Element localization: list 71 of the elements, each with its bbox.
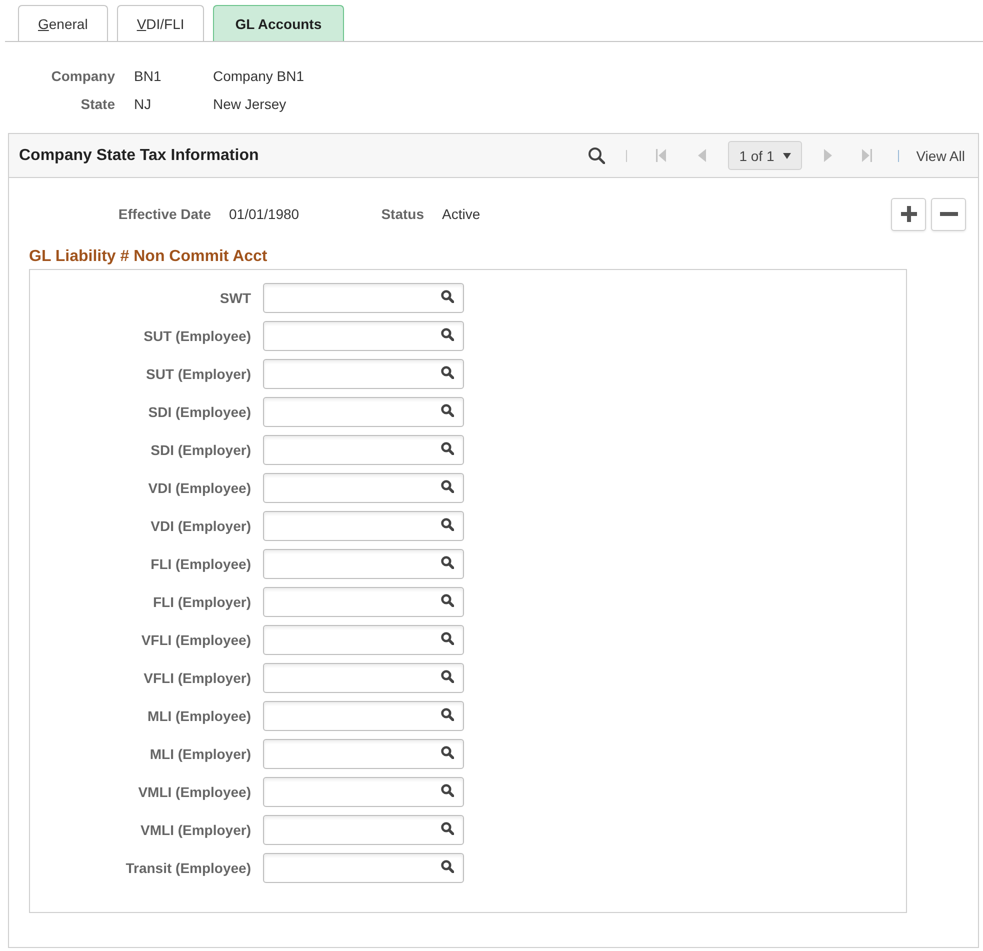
lookup-field[interactable] xyxy=(263,511,464,541)
search-icon[interactable] xyxy=(441,860,454,872)
search-icon[interactable] xyxy=(441,556,454,568)
tab[interactable]: GL Accounts xyxy=(213,5,344,41)
lookup-field[interactable] xyxy=(263,853,464,883)
search-icon[interactable] xyxy=(441,518,454,530)
field-value: Active xyxy=(442,206,480,222)
plus-icon xyxy=(900,206,916,222)
search-icon[interactable] xyxy=(441,822,454,834)
search-icon[interactable] xyxy=(441,404,454,416)
caret-icon xyxy=(783,152,792,158)
lookup-field[interactable] xyxy=(263,701,464,731)
field-label: SUT (Employee) xyxy=(142,328,251,344)
search-icon[interactable] xyxy=(588,147,606,164)
field-label: VDI (Employer) xyxy=(150,518,251,534)
lookup-field[interactable] xyxy=(263,777,464,807)
lookup-field[interactable] xyxy=(263,283,464,313)
field-value: NJ xyxy=(134,96,152,112)
search-icon[interactable] xyxy=(441,708,454,720)
field-label: Status xyxy=(380,206,424,222)
minus-icon xyxy=(940,212,958,216)
field-label: VMLI (Employee) xyxy=(137,784,251,800)
field-value: 01/01/1980 xyxy=(229,206,300,222)
lookup-field[interactable] xyxy=(263,815,464,845)
delete-row-button[interactable] xyxy=(931,198,966,230)
field-label: VDI (Employee) xyxy=(147,480,251,496)
lookup-field[interactable] xyxy=(263,321,464,351)
field-label: Company xyxy=(50,68,115,84)
panel-title: Company State Tax Information xyxy=(19,146,259,164)
lookup-field[interactable] xyxy=(263,663,464,693)
lookup-field[interactable] xyxy=(263,435,464,465)
lookup-field[interactable] xyxy=(263,359,464,389)
field-label: MLI (Employee) xyxy=(146,708,251,724)
search-icon[interactable] xyxy=(441,366,454,378)
field-label: MLI (Employer) xyxy=(148,746,251,762)
search-icon[interactable] xyxy=(441,290,454,302)
search-icon[interactable] xyxy=(441,328,454,340)
field-label: SUT (Employer) xyxy=(144,366,251,382)
field-label: SDI (Employer) xyxy=(150,442,251,458)
field-description: New Jersey xyxy=(213,96,286,112)
field-label: VFLI (Employee) xyxy=(140,632,251,648)
search-icon[interactable] xyxy=(441,784,454,796)
search-icon[interactable] xyxy=(441,670,454,682)
field-label: State xyxy=(80,96,115,112)
view-all-link[interactable]: View All xyxy=(916,148,965,164)
lookup-field[interactable] xyxy=(263,473,464,503)
search-icon[interactable] xyxy=(441,632,454,644)
field-label: VFLI (Employer) xyxy=(142,670,251,686)
field-label: FLI (Employer) xyxy=(152,594,251,610)
add-row-button[interactable] xyxy=(891,198,926,230)
lookup-field[interactable] xyxy=(263,397,464,427)
search-icon[interactable] xyxy=(441,594,454,606)
field-description: Company BN1 xyxy=(213,68,304,84)
lookup-field[interactable] xyxy=(263,587,464,617)
search-icon[interactable] xyxy=(441,442,454,454)
tab[interactable]: VDI/FLI xyxy=(116,5,204,41)
tab[interactable]: General xyxy=(18,5,108,41)
field-label: VMLI (Employer) xyxy=(140,822,251,838)
field-label: FLI (Employee) xyxy=(150,556,251,572)
field-label: Transit (Employee) xyxy=(124,860,251,876)
lookup-field[interactable] xyxy=(263,739,464,769)
field-label: Effective Date xyxy=(117,206,211,222)
section-title: GL Liability # Non Commit Acct xyxy=(29,247,268,267)
field-label: SWT xyxy=(218,290,251,306)
search-icon[interactable] xyxy=(441,746,454,758)
field-value: BN1 xyxy=(134,68,162,84)
search-icon[interactable] xyxy=(441,480,454,492)
lookup-field[interactable] xyxy=(263,625,464,655)
page-dropdown[interactable]: 1 of 1 xyxy=(728,141,802,170)
field-label: SDI (Employee) xyxy=(147,404,251,420)
lookup-field[interactable] xyxy=(263,549,464,579)
